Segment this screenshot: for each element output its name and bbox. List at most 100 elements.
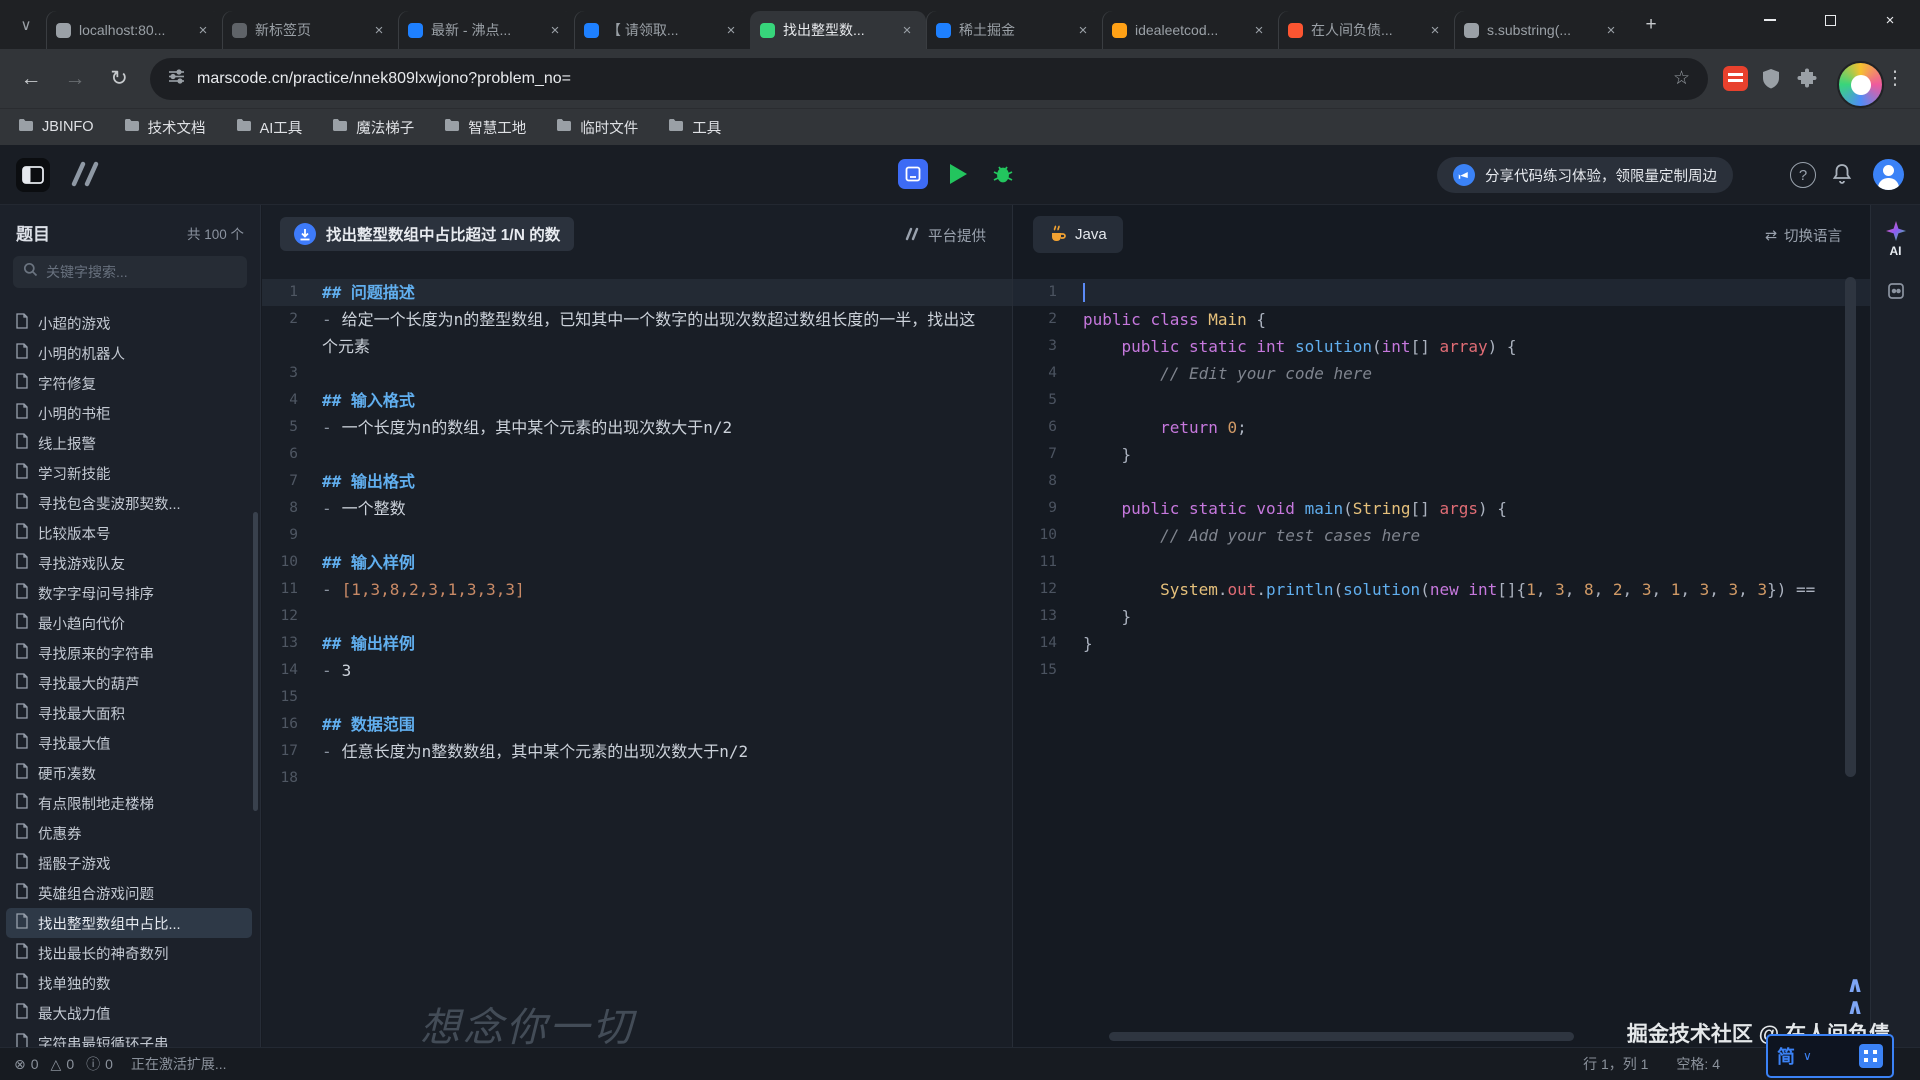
promo-banner[interactable]: 分享代码练习体验，领限量定制周边 [1437,157,1733,193]
bookmark-item[interactable]: 智慧工地 [444,117,526,138]
keyboard-icon[interactable] [1859,1044,1883,1068]
sidebar-item-problem[interactable]: 找出整型数组中占比... [6,908,252,938]
sidebar-item-problem[interactable]: 硬币凑数 [6,758,252,788]
sidebar-item-problem[interactable]: 寻找最大值 [6,728,252,758]
sidebar-item-problem[interactable]: 找出最长的神奇数列 [6,938,252,968]
plugin-chip-icon[interactable] [1885,280,1907,307]
new-tab-button[interactable]: + [1636,10,1666,40]
ai-assistant-button[interactable]: AI [1886,221,1906,258]
browser-tab[interactable]: idealeetcod...× [1102,11,1278,49]
sidebar-item-problem[interactable]: 字符串最短循环子串 [6,1028,252,1047]
vertical-scrollbar[interactable] [1845,277,1856,777]
sidebar-item-problem[interactable]: 寻找游戏队友 [6,548,252,578]
code-line[interactable]: 3 public static int solution(int[] array… [1013,333,1870,360]
sidebar-scrollbar[interactable] [253,512,258,811]
tab-close-icon[interactable]: × [546,21,564,39]
browser-tab[interactable]: 稀土掘金× [926,11,1102,49]
ime-status-bar[interactable]: 简 ∨ [1766,1034,1894,1078]
sidebar-item-problem[interactable]: 比较版本号 [6,518,252,548]
tab-close-icon[interactable]: × [194,21,212,39]
language-tab-java[interactable]: Java [1033,216,1123,253]
browser-menu-icon[interactable]: ⋮ [1880,58,1910,100]
horizontal-scrollbar[interactable] [1109,1032,1574,1041]
extensions-puzzle-icon[interactable] [1790,62,1824,96]
bookmark-item[interactable]: 魔法梯子 [332,117,414,138]
download-icon[interactable] [294,223,316,245]
code-line[interactable]: 8 [1013,468,1870,495]
bookmark-item[interactable]: JBINFO [18,118,94,136]
sidebar-item-problem[interactable]: 找单独的数 [6,968,252,998]
indent-setting[interactable]: 空格: 4 [1676,1054,1720,1074]
code-line[interactable]: 7 } [1013,441,1870,468]
tab-close-icon[interactable]: × [1250,21,1268,39]
sidebar-item-problem[interactable]: 英雄组合游戏问题 [6,878,252,908]
console-button[interactable] [898,159,928,189]
code-line[interactable]: 13 } [1013,603,1870,630]
code-line[interactable]: 5 [1013,387,1870,414]
help-icon[interactable]: ? [1790,162,1816,188]
sidebar-item-problem[interactable]: 摇骰子游戏 [6,848,252,878]
code-line[interactable]: 15 [1013,657,1870,684]
tab-close-icon[interactable]: × [370,21,388,39]
sidebar-item-problem[interactable]: 小超的游戏 [6,308,252,338]
tab-close-icon[interactable]: × [722,21,740,39]
cursor-position[interactable]: 行 1，列 1 [1583,1054,1648,1074]
sidebar-item-problem[interactable]: 寻找包含斐波那契数... [6,488,252,518]
search-input[interactable] [46,264,237,280]
bookmark-item[interactable]: 临时文件 [556,117,638,138]
pdf-extension-icon[interactable] [1718,62,1752,96]
browser-tab[interactable]: s.substring(...× [1454,11,1630,49]
tab-close-icon[interactable]: × [1602,21,1620,39]
shield-extension-icon[interactable] [1754,62,1788,96]
browser-tab[interactable]: 找出整型数...× [750,11,926,49]
profile-avatar[interactable] [1837,61,1884,108]
switch-language-button[interactable]: ⇄ 切换语言 [1765,225,1842,246]
sidebar-item-problem[interactable]: 线上报警 [6,428,252,458]
url-text[interactable]: marscode.cn/practice/nnek809lxwjono?prob… [197,70,1661,88]
bookmark-star-icon[interactable]: ☆ [1673,67,1690,90]
sidebar-item-problem[interactable]: 小明的机器人 [6,338,252,368]
sidebar-item-problem[interactable]: 有点限制地走楼梯 [6,788,252,818]
code-line[interactable]: 10 // Add your test cases here [1013,522,1870,549]
close-window-button[interactable]: × [1860,0,1920,40]
reload-icon[interactable]: ↻ [98,58,140,100]
code-line[interactable]: 14} [1013,630,1870,657]
browser-tab[interactable]: 新标签页× [222,11,398,49]
user-avatar[interactable] [1873,159,1904,190]
search-box[interactable] [13,256,247,288]
notification-bell-icon[interactable] [1830,162,1854,193]
scroll-to-top-button[interactable]: ∧ ∧ [1846,974,1864,1018]
run-button[interactable] [943,159,973,189]
browser-tab[interactable]: localhost:80...× [46,11,222,49]
code-line[interactable]: 2public class Main { [1013,306,1870,333]
sidebar-item-problem[interactable]: 优惠券 [6,818,252,848]
code-line[interactable]: 6 return 0; [1013,414,1870,441]
browser-tab[interactable]: 在人间负债...× [1278,11,1454,49]
tab-close-icon[interactable]: × [1426,21,1444,39]
tab-close-icon[interactable]: × [898,21,916,39]
sidebar-item-problem[interactable]: 寻找最大面积 [6,698,252,728]
code-line[interactable]: 4 // Edit your code here [1013,360,1870,387]
code-line[interactable]: 12 System.out.println(solution(new int[]… [1013,576,1870,603]
bookmark-item[interactable]: AI工具 [236,117,303,138]
sidebar-item-problem[interactable]: 寻找最大的葫芦 [6,668,252,698]
ime-simplified-label[interactable]: 简 [1777,1043,1795,1069]
browser-tab[interactable]: 【 请领取...× [574,11,750,49]
maximize-button[interactable] [1800,0,1860,40]
forward-icon[interactable]: → [54,58,96,100]
minimize-button[interactable] [1740,0,1800,40]
sidebar-item-problem[interactable]: 学习新技能 [6,458,252,488]
back-icon[interactable]: ← [10,58,52,100]
browser-tab[interactable]: 最新 - 沸点...× [398,11,574,49]
code-editor[interactable]: 12public class Main {3 public static int… [1013,257,1870,1047]
code-line[interactable]: 11 [1013,549,1870,576]
code-line[interactable]: 9 public static void main(String[] args)… [1013,495,1870,522]
sidebar-item-problem[interactable]: 字符修复 [6,368,252,398]
sidebar-item-problem[interactable]: 最大战力值 [6,998,252,1028]
code-line[interactable]: 1 [1013,279,1870,306]
sidebar-item-problem[interactable]: 最小趋向代价 [6,608,252,638]
sidebar-item-problem[interactable]: 寻找原来的字符串 [6,638,252,668]
address-bar[interactable]: marscode.cn/practice/nnek809lxwjono?prob… [150,58,1708,100]
sidebar-item-problem[interactable]: 小明的书柜 [6,398,252,428]
sidebar-toggle-icon[interactable] [16,158,50,192]
